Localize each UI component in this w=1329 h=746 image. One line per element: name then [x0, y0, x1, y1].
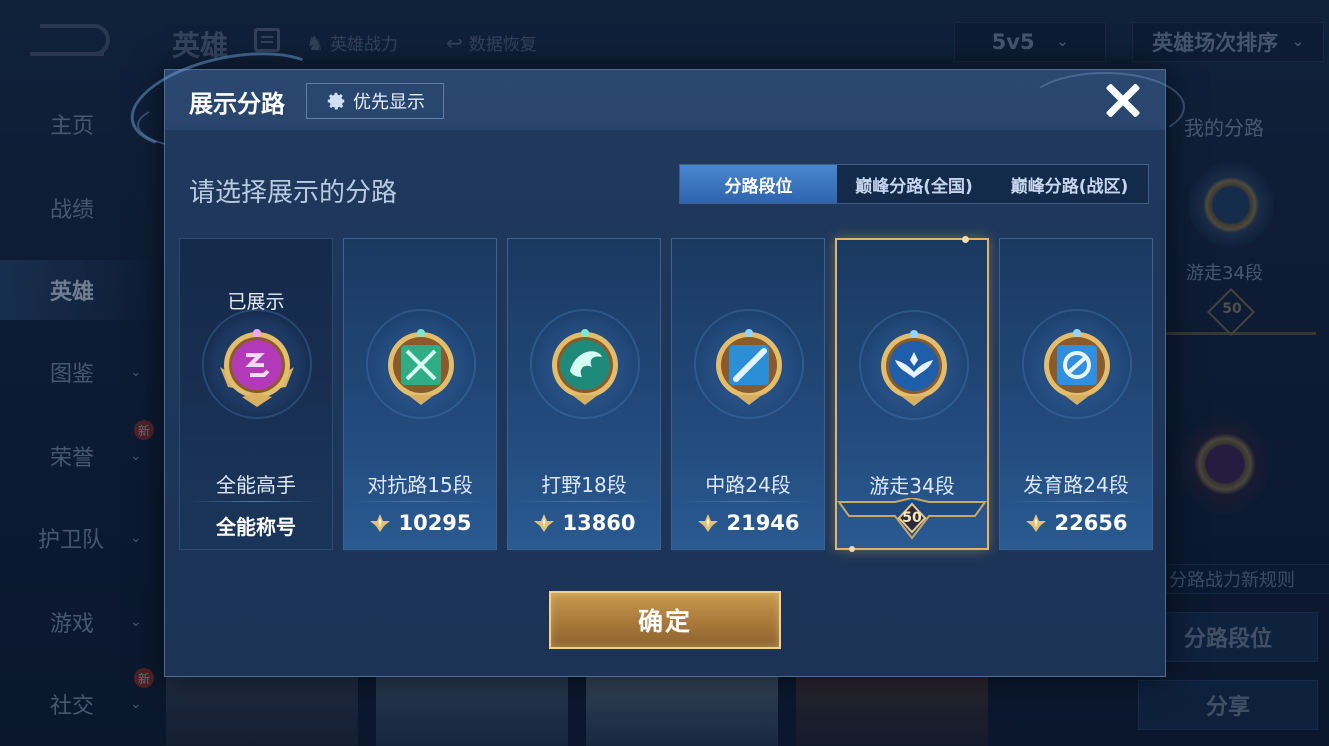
lane-tabs: 分路段位 巅峰分路(全国) 巅峰分路(战区): [679, 164, 1149, 204]
card-name: 全能高手: [216, 473, 296, 497]
lane-power: 22656: [1000, 511, 1152, 535]
lane-power: 21946: [672, 511, 824, 535]
farm-lane-icon: [1040, 327, 1114, 409]
card-name: 游走34段: [869, 474, 955, 498]
lane-card-roam[interactable]: 游走34段 50: [835, 236, 989, 552]
card-divider: [190, 501, 322, 502]
lane-card-allround[interactable]: 已展示 全能高手 全能称号: [179, 238, 333, 550]
corner-dot: [962, 236, 969, 243]
priority-display-button[interactable]: 优先显示: [306, 83, 444, 119]
lane-card-jungle[interactable]: 打野18段 13860: [507, 238, 661, 550]
show-lane-dialog: 展示分路 优先显示 请选择展示的分路 分路段位 巅峰分路(全国) 巅峰分路(战区…: [121, 36, 1185, 677]
power-value: 22656: [1054, 511, 1128, 535]
allround-title-label: 全能称号: [216, 515, 296, 539]
dialog-title: 展示分路: [189, 90, 285, 118]
lane-power: 10295: [344, 511, 496, 535]
corner-dot: [849, 546, 855, 552]
dialog-body: 请选择展示的分路 分路段位 巅峰分路(全国) 巅峰分路(战区) 已展示 全能高手…: [165, 130, 1165, 676]
lane-card-clash[interactable]: 对抗路15段 10295: [343, 238, 497, 550]
mid-lane-icon: [712, 327, 786, 409]
card-divider: [518, 501, 650, 502]
card-name: 对抗路15段: [367, 473, 473, 497]
power-icon: [1024, 512, 1048, 534]
allround-icon: [220, 327, 294, 409]
roam-icon: [877, 328, 951, 410]
jungle-icon: [548, 327, 622, 409]
tab-peak-national[interactable]: 巅峰分路(全国): [837, 165, 991, 203]
card-divider: [1010, 501, 1142, 502]
power-icon: [532, 512, 556, 534]
card-name: 打野18段: [541, 473, 627, 497]
close-icon[interactable]: [1103, 80, 1143, 120]
lane-power: 13860: [508, 511, 660, 535]
tab-lane-rank[interactable]: 分路段位: [680, 165, 837, 203]
tab-peak-region[interactable]: 巅峰分路(战区): [991, 165, 1148, 203]
card-name: 发育路24段: [1023, 473, 1129, 497]
power-icon: [696, 512, 720, 534]
card-divider: [682, 501, 814, 502]
select-lane-prompt: 请选择展示的分路: [189, 178, 398, 208]
gear-icon: [325, 90, 347, 112]
lane-card-list: 已展示 全能高手 全能称号 对抗路15段 10295 打野18段 13860 中…: [179, 236, 1159, 552]
card-name: 中路24段: [705, 473, 791, 497]
priority-display-label: 优先显示: [353, 92, 425, 113]
confirm-button[interactable]: 确定: [549, 591, 781, 649]
lane-card-farm[interactable]: 发育路24段 22656: [999, 238, 1153, 550]
power-value: 13860: [562, 511, 636, 535]
power-value: 10295: [398, 511, 472, 535]
dialog-header: 展示分路 优先显示: [121, 36, 1185, 166]
level-value: 50: [902, 510, 922, 526]
card-divider: [354, 501, 486, 502]
clash-lane-icon: [384, 327, 458, 409]
power-value: 21946: [726, 511, 800, 535]
power-icon: [368, 512, 392, 534]
lane-card-mid[interactable]: 中路24段 21946: [671, 238, 825, 550]
